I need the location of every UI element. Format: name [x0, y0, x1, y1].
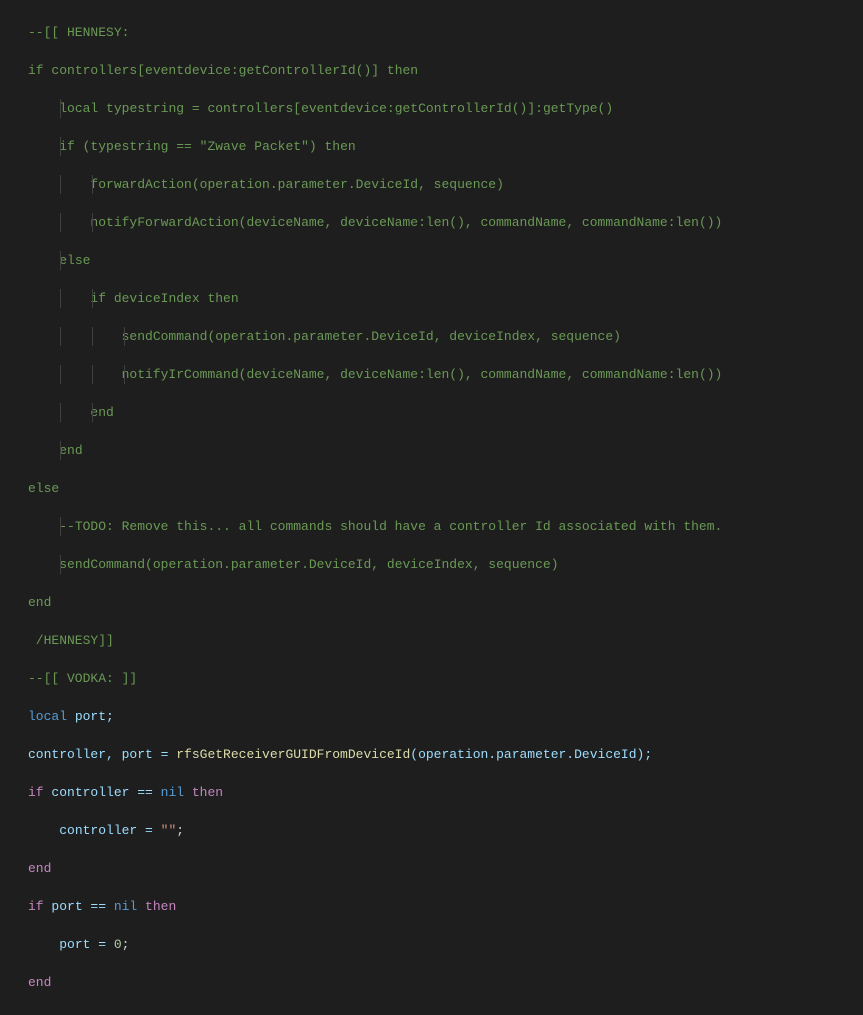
- code-line: /HENNESY]]: [28, 631, 863, 650]
- code-line: forwardAction(operation.parameter.Device…: [28, 175, 863, 194]
- identifier: port;: [67, 709, 114, 724]
- comment-text: --TODO: Remove this... all commands shou…: [28, 519, 722, 534]
- code-line: end: [28, 441, 863, 460]
- code-line: controller = "";: [28, 821, 863, 840]
- code-line: controller, port = rfsGetReceiverGUIDFro…: [28, 745, 863, 764]
- code-line: port = 0;: [28, 935, 863, 954]
- code-line: --[[ HENNESY:: [28, 23, 863, 42]
- keyword: nil: [114, 899, 137, 914]
- identifier: port =: [59, 937, 114, 952]
- comment-text: --[[ HENNESY:: [28, 25, 129, 40]
- comment-text: if controllers[eventdevice:getController…: [28, 63, 418, 78]
- number-literal: 0: [114, 937, 122, 952]
- code-line: if controllers[eventdevice:getController…: [28, 61, 863, 80]
- identifier: controller, port =: [28, 747, 176, 762]
- comment-text: forwardAction(operation.parameter.Device…: [28, 177, 504, 192]
- code-line: end: [28, 593, 863, 612]
- code-line: local port;: [28, 707, 863, 726]
- keyword: end: [28, 861, 51, 876]
- comment-text: /HENNESY]]: [28, 633, 114, 648]
- identifier: (operation.parameter.DeviceId);: [410, 747, 652, 762]
- comment-text: --[[ VODKA: ]]: [28, 671, 137, 686]
- code-line: end: [28, 859, 863, 878]
- code-line: if port == nil then: [28, 897, 863, 916]
- comment-text: if (typestring == "Zwave Packet") then: [28, 139, 356, 154]
- code-line: sendCommand(operation.parameter.DeviceId…: [28, 327, 863, 346]
- code-line: notifyIrCommand(deviceName, deviceName:l…: [28, 365, 863, 384]
- code-line: else: [28, 251, 863, 270]
- comment-text: notifyIrCommand(deviceName, deviceName:l…: [28, 367, 722, 382]
- string-literal: "": [161, 823, 177, 838]
- code-line: else: [28, 479, 863, 498]
- code-line: if controller == nil then: [28, 783, 863, 802]
- keyword: then: [145, 899, 176, 914]
- comment-text: notifyForwardAction(deviceName, deviceNa…: [28, 215, 722, 230]
- identifier: controller ==: [44, 785, 161, 800]
- code-line: end: [28, 973, 863, 992]
- keyword: nil: [161, 785, 184, 800]
- comment-text: local typestring = controllers[eventdevi…: [28, 101, 613, 116]
- keyword: local: [28, 709, 67, 724]
- keyword: then: [192, 785, 223, 800]
- comment-text: end: [28, 405, 114, 420]
- code-line: local typestring = controllers[eventdevi…: [28, 99, 863, 118]
- keyword: if: [28, 785, 44, 800]
- code-line: end: [28, 403, 863, 422]
- comment-text: end: [28, 595, 51, 610]
- comment-text: end: [28, 443, 83, 458]
- identifier: controller =: [59, 823, 160, 838]
- comment-text: sendCommand(operation.parameter.DeviceId…: [28, 557, 559, 572]
- code-line: --TODO: Remove this... all commands shou…: [28, 517, 863, 536]
- code-line: --[[ VODKA: ]]: [28, 669, 863, 688]
- keyword: if: [28, 899, 44, 914]
- comment-text: sendCommand(operation.parameter.DeviceId…: [28, 329, 621, 344]
- code-line: sendCommand(operation.parameter.DeviceId…: [28, 555, 863, 574]
- keyword: end: [28, 975, 51, 990]
- code-line: if deviceIndex then: [28, 289, 863, 308]
- function-call: rfsGetReceiverGUIDFromDeviceId: [176, 747, 410, 762]
- identifier: port ==: [44, 899, 114, 914]
- code-editor[interactable]: --[[ HENNESY: if controllers[eventdevice…: [0, 0, 863, 1015]
- code-line: notifyForwardAction(deviceName, deviceNa…: [28, 213, 863, 232]
- code-line: if (typestring == "Zwave Packet") then: [28, 137, 863, 156]
- comment-text: else: [28, 481, 59, 496]
